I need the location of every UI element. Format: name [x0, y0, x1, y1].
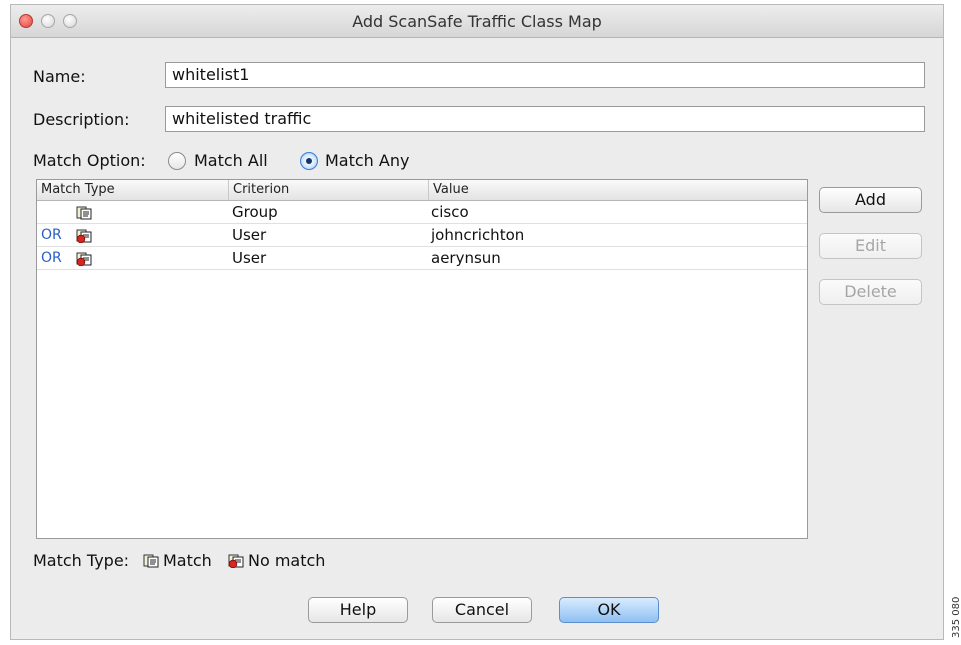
no-match-legend-text: No match [248, 551, 326, 570]
table-row[interactable]: OR User johncrichton [37, 224, 807, 247]
match-icon [143, 554, 159, 568]
value-cell: aerynsun [431, 249, 501, 267]
add-button[interactable]: Add [819, 187, 922, 213]
dialog-window: Add ScanSafe Traffic Class Map Name: whi… [10, 4, 944, 640]
table-row[interactable]: OR User aerynsun [37, 247, 807, 270]
cancel-button[interactable]: Cancel [432, 597, 532, 623]
name-label: Name: [33, 67, 86, 86]
match-any-radio[interactable] [300, 152, 318, 170]
criterion-cell: User [232, 249, 267, 267]
criterion-cell: Group [232, 203, 278, 221]
or-prefix: OR [41, 250, 62, 266]
edit-button[interactable]: Edit [819, 233, 922, 259]
match-legend-text: Match [163, 551, 212, 570]
figure-id-label: 335 080 [951, 596, 961, 638]
match-type-legend-label: Match Type: [33, 551, 130, 570]
ok-button[interactable]: OK [559, 597, 659, 623]
criterion-cell: User [232, 226, 267, 244]
criteria-table[interactable]: Match Type Criterion Value Group cisco O… [36, 179, 808, 539]
table-row[interactable]: Group cisco [37, 201, 807, 224]
description-label: Description: [33, 110, 130, 129]
delete-button[interactable]: Delete [819, 279, 922, 305]
description-field[interactable]: whitelisted traffic [165, 106, 925, 132]
or-prefix: OR [41, 227, 62, 243]
column-header-match-type[interactable]: Match Type [37, 180, 228, 200]
help-button[interactable]: Help [308, 597, 408, 623]
no-match-icon [228, 554, 244, 568]
table-header: Match Type Criterion Value [37, 180, 807, 201]
match-option-label: Match Option: [33, 151, 146, 170]
column-header-criterion[interactable]: Criterion [228, 180, 428, 200]
match-any-label[interactable]: Match Any [325, 151, 409, 170]
no-match-icon [76, 252, 92, 266]
no-match-icon [76, 229, 92, 243]
match-all-label[interactable]: Match All [194, 151, 268, 170]
match-icon [76, 206, 92, 220]
name-field[interactable]: whitelist1 [165, 62, 925, 88]
value-cell: cisco [431, 203, 469, 221]
title-bar[interactable]: Add ScanSafe Traffic Class Map [11, 5, 943, 38]
match-all-radio[interactable] [168, 152, 186, 170]
window-title: Add ScanSafe Traffic Class Map [352, 12, 602, 31]
value-cell: johncrichton [431, 226, 525, 244]
column-header-value[interactable]: Value [428, 180, 807, 200]
